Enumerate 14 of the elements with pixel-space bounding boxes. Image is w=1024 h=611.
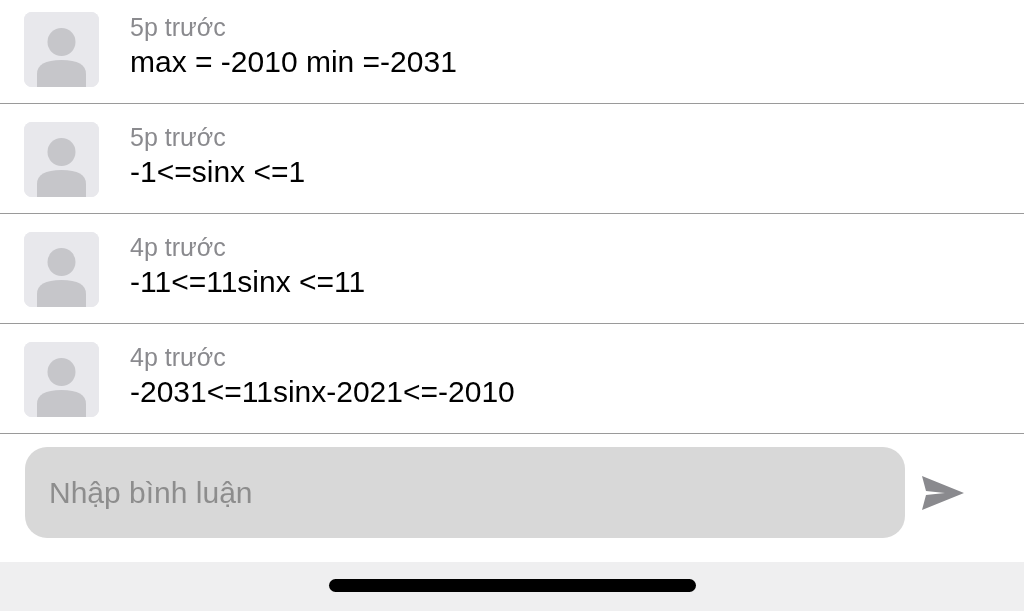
avatar-icon: [24, 122, 99, 197]
avatar-icon: [24, 342, 99, 417]
comment-time: 4p trước: [130, 232, 227, 262]
avatar-icon: [24, 232, 99, 307]
comment-time: 5p trước: [130, 122, 227, 152]
comment-text: max = -2010 min =-2031: [130, 44, 457, 80]
comment-time: 4p trước: [130, 342, 227, 372]
comment-time: 5p trước: [130, 12, 227, 42]
comment-text: -1<=sinx <=1: [130, 154, 306, 190]
comment-field[interactable]: Nhập bình luận: [25, 447, 905, 538]
avatar-icon: [24, 12, 99, 87]
send-icon[interactable]: [921, 474, 965, 511]
comment-text: -11<=11sinx <=11: [130, 264, 366, 300]
comment-text: -2031<=11sinx-2021<=-2010: [130, 374, 515, 410]
